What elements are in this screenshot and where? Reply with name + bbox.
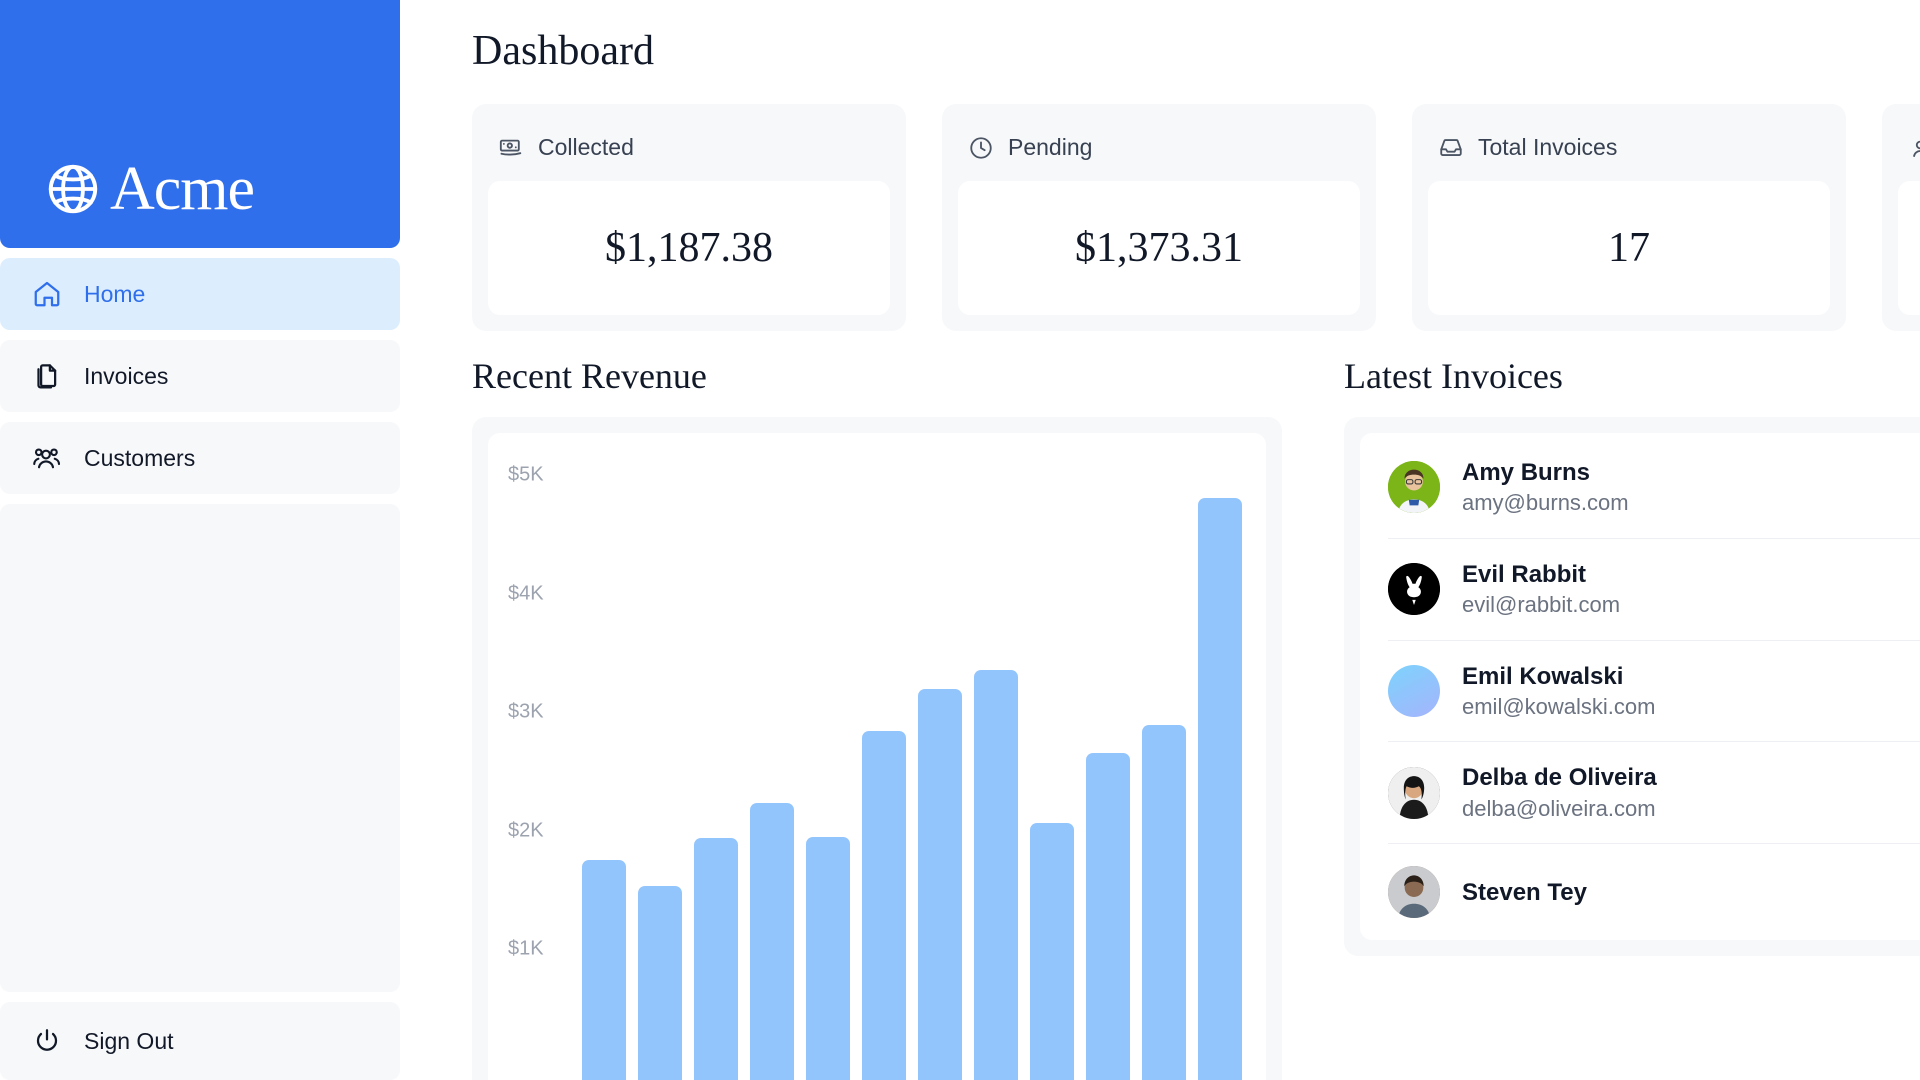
chart-bar	[1030, 822, 1074, 1080]
invoice-customer-email: delba@oliveira.com	[1462, 796, 1656, 822]
lower-section: Recent Revenue $1K $2K $3K $4K $5K Latest In…	[472, 357, 1920, 1080]
invoice-customer-name: Emil Kowalski	[1462, 662, 1624, 690]
sidebar-item-customers-label: Customers	[84, 444, 196, 471]
card-pending: Pending $1,373.31	[942, 104, 1376, 332]
main-content: Dashboard Collected $1,187.38 Pending $1…	[400, 0, 1920, 1080]
card-total-customers-head: Total Customers	[1898, 120, 1920, 181]
sidebar-item-invoices[interactable]: Invoices	[0, 340, 400, 412]
revenue-panel: $1K $2K $3K $4K $5K	[472, 416, 1282, 1080]
banknotes-icon	[499, 139, 522, 156]
invoices-panel: Amy Burns amy@burns.com Evil Rabbit evil@ra…	[1344, 416, 1920, 957]
invoice-customer-email: amy@burns.com	[1462, 490, 1629, 516]
invoice-customer-name: Delba de Oliveira	[1462, 764, 1657, 792]
revenue-column: Recent Revenue $1K $2K $3K $4K $5K	[472, 357, 1282, 1080]
chart-bar	[862, 730, 906, 1080]
invoice-customer-name: Steven Tey	[1462, 878, 1587, 906]
invoice-row[interactable]: Evil Rabbit evil@rabbit.com	[1388, 537, 1920, 640]
home-icon	[34, 281, 60, 307]
card-total-invoices-label: Total Invoices	[1478, 134, 1618, 161]
invoice-row[interactable]: Amy Burns amy@burns.com	[1388, 433, 1920, 538]
sidebar-item-home[interactable]: Home	[0, 258, 400, 330]
chart-y-tick: $4K	[508, 582, 544, 605]
card-pending-head: Pending	[958, 120, 1360, 181]
invoice-meta: Evil Rabbit evil@rabbit.com	[1462, 561, 1620, 618]
avatar	[1388, 461, 1440, 514]
invoices-column: Latest Invoices Amy Burns amy@burns.com Ev…	[1344, 357, 1920, 1080]
card-collected-value: $1,187.38	[488, 181, 890, 316]
clock-icon	[970, 137, 992, 159]
sign-out-label: Sign Out	[84, 1027, 174, 1054]
chart-bar	[1142, 724, 1186, 1080]
globe-icon	[48, 164, 98, 214]
app-root: Acme Home Invoices Customers Sign Out Da…	[0, 0, 1920, 1080]
users-icon	[1913, 140, 1920, 157]
sidebar-item-home-label: Home	[84, 280, 146, 307]
card-total-customers: Total Customers	[1882, 104, 1920, 332]
sidebar-spacer	[0, 504, 400, 992]
chart-y-tick: $1K	[508, 937, 544, 960]
chart-plot-area	[582, 451, 1246, 1080]
summary-cards: Collected $1,187.38 Pending $1,373.31 To…	[472, 104, 1920, 332]
card-collected-label: Collected	[538, 134, 634, 161]
invoice-customer-email: emil@kowalski.com	[1462, 694, 1656, 720]
chart-bar	[694, 838, 738, 1080]
avatar	[1388, 766, 1440, 819]
invoice-row[interactable]: Delba de Oliveira delba@oliveira.com	[1388, 741, 1920, 843]
users-icon	[33, 448, 61, 469]
chart-bar	[974, 670, 1018, 1080]
invoice-meta: Delba de Oliveira delba@oliveira.com	[1462, 764, 1657, 821]
power-icon	[36, 1029, 58, 1051]
chart-bar	[1086, 753, 1130, 1080]
chart-y-tick: $2K	[508, 819, 544, 842]
chart-bar	[750, 802, 794, 1080]
chart-bar	[1198, 498, 1242, 1080]
chart-bar	[806, 837, 850, 1080]
invoice-meta: Emil Kowalski emil@kowalski.com	[1462, 663, 1655, 720]
chart-bar	[918, 689, 962, 1080]
avatar	[1388, 563, 1440, 616]
card-pending-label: Pending	[1008, 134, 1093, 161]
chart-y-tick: $3K	[508, 700, 544, 723]
card-total-invoices-value: 17	[1428, 181, 1830, 316]
invoices-title: Latest Invoices	[1344, 356, 1563, 397]
brand-logo-inner: Acme	[44, 155, 255, 223]
sidebar-item-invoices-label: Invoices	[84, 362, 169, 389]
card-collected-head: Collected	[488, 120, 890, 181]
card-collected: Collected $1,187.38	[472, 104, 906, 332]
sign-out-button[interactable]: Sign Out	[0, 1002, 400, 1080]
sidebar-nav: Home Invoices Customers	[0, 258, 400, 494]
card-total-customers-value	[1898, 181, 1920, 316]
chart-bar	[582, 859, 626, 1080]
invoice-customer-name: Evil Rabbit	[1462, 560, 1587, 588]
invoice-meta: Steven Tey	[1462, 879, 1587, 907]
card-pending-value: $1,373.31	[958, 181, 1360, 316]
invoice-row[interactable]: Emil Kowalski emil@kowalski.com	[1388, 639, 1920, 742]
revenue-panel-inner: $1K $2K $3K $4K $5K	[488, 432, 1266, 1080]
documents-icon	[37, 364, 57, 389]
invoice-customer-name: Amy Burns	[1462, 458, 1591, 486]
inbox-icon	[1440, 138, 1462, 156]
brand-logo[interactable]: Acme	[0, 0, 400, 248]
chart-y-axis: $1K $2K $3K $4K $5K	[508, 451, 582, 1080]
revenue-bar-chart: $1K $2K $3K $4K $5K	[508, 451, 1246, 1080]
invoice-meta: Amy Burns amy@burns.com	[1462, 459, 1629, 516]
invoices-list: Amy Burns amy@burns.com Evil Rabbit evil@ra…	[1360, 432, 1920, 941]
page-title: Dashboard	[472, 28, 654, 74]
chart-y-tick: $5K	[508, 463, 544, 486]
revenue-title: Recent Revenue	[472, 356, 707, 397]
sidebar: Acme Home Invoices Customers Sign Out	[0, 0, 400, 1080]
avatar	[1388, 665, 1440, 717]
sidebar-item-customers[interactable]: Customers	[0, 422, 400, 494]
chart-bar	[638, 885, 682, 1080]
card-total-invoices-head: Total Invoices	[1428, 120, 1830, 181]
invoice-row[interactable]: Steven Tey	[1388, 843, 1920, 940]
card-total-invoices: Total Invoices 17	[1412, 104, 1846, 332]
avatar	[1388, 866, 1440, 919]
brand-name: Acme	[110, 155, 255, 223]
invoice-customer-email: evil@rabbit.com	[1462, 592, 1621, 618]
